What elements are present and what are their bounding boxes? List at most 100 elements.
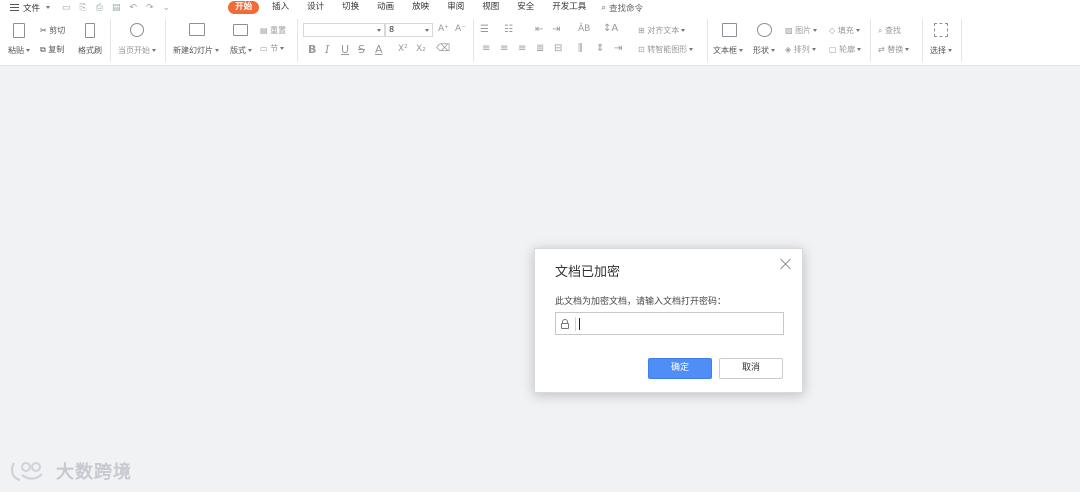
arrange-button[interactable]: ◈ 排列 [785, 44, 816, 55]
find-command[interactable]: ⌕ 查找命令 [601, 2, 643, 14]
text-box-button[interactable]: 文本框 [713, 45, 743, 56]
chevron-down-icon [377, 29, 381, 32]
picture-icon: ▨ [785, 26, 796, 35]
select-button[interactable]: 选择 [930, 45, 952, 56]
line-spacing-icon[interactable]: ↕A [603, 23, 618, 34]
tab-animations[interactable]: 动画 [368, 0, 403, 15]
tab-developer[interactable]: 开发工具 [543, 0, 595, 15]
find-button[interactable]: ⌕ 查找 [878, 25, 901, 36]
export-pdf-icon[interactable]: ⎘ [80, 3, 87, 13]
smartart-icon: ⊡ [638, 45, 648, 54]
increase-indent-icon[interactable]: ⇥ [552, 24, 560, 35]
group-divider [165, 19, 166, 62]
shape-button[interactable]: 形状 [753, 45, 775, 56]
align-left-icon[interactable]: ≡ [482, 43, 490, 54]
underline-button[interactable]: U [341, 43, 349, 56]
redo-icon[interactable]: ↷ [146, 3, 154, 13]
clear-format-icon[interactable]: ⌫ [436, 43, 450, 54]
picture-button[interactable]: ▨ 图片 [785, 25, 818, 36]
indent-icon[interactable]: ⇥ [614, 43, 622, 54]
font-color-button[interactable]: A [375, 43, 383, 56]
new-slide-label: 新建幻灯片 [173, 46, 213, 55]
layout-icon[interactable] [233, 24, 248, 36]
shape-icon[interactable] [757, 23, 772, 37]
superscript-button[interactable]: X² [398, 44, 408, 54]
tab-view[interactable]: 视图 [473, 0, 508, 15]
shape-label: 形状 [753, 46, 769, 55]
bold-button[interactable]: B [308, 43, 316, 56]
outline-button[interactable]: ▢ 轮廓 [829, 44, 862, 55]
bullets-icon[interactable]: ☰ [480, 24, 489, 35]
numbering-icon[interactable]: ☷ [504, 24, 513, 35]
tab-insert[interactable]: 插入 [263, 0, 298, 15]
tab-slideshow[interactable]: 放映 [403, 0, 438, 15]
paragraph-spacing-icon[interactable]: ⇕ [596, 43, 604, 54]
cut-button[interactable]: ✂ 剪切 [40, 25, 65, 36]
align-center-icon[interactable]: ≡ [500, 43, 508, 54]
distribute-icon[interactable]: ⊟ [554, 43, 562, 54]
replace-button[interactable]: ⇄ 替换 [878, 44, 910, 55]
close-icon[interactable] [780, 258, 792, 270]
tab-review[interactable]: 审阅 [438, 0, 473, 15]
italic-button[interactable]: I [325, 43, 329, 56]
reset-button[interactable]: ▤ 重置 [260, 25, 286, 36]
format-painter-button[interactable]: 格式刷 [78, 45, 102, 56]
undo-icon[interactable]: ↶ [129, 3, 137, 13]
tab-design[interactable]: 设计 [298, 0, 333, 15]
new-slide-icon[interactable] [189, 23, 205, 36]
increase-font-icon[interactable]: A⁺ [438, 24, 449, 34]
customize-icon[interactable]: ⌄ [163, 3, 171, 13]
brush-icon[interactable] [85, 23, 95, 38]
align-right-icon[interactable]: ≡ [518, 43, 526, 54]
chevron-down-icon [689, 48, 694, 51]
paste-icon[interactable] [13, 23, 25, 38]
columns-icon[interactable]: ⫼ [578, 43, 583, 54]
font-size-value: 8 [389, 25, 395, 34]
text-box-icon[interactable] [722, 23, 737, 37]
save-icon[interactable]: ▭ [62, 3, 71, 13]
decrease-font-icon[interactable]: A⁻ [455, 24, 466, 34]
chevron-down-icon [948, 49, 952, 52]
new-slide-button[interactable]: 新建幻灯片 [173, 45, 219, 56]
align-text-button[interactable]: ⊞ 对齐文本 [638, 25, 686, 36]
font-size-select[interactable]: 8 [385, 23, 433, 37]
tab-security[interactable]: 安全 [508, 0, 543, 15]
password-field[interactable] [555, 312, 784, 335]
cancel-button[interactable]: 取消 [719, 358, 783, 379]
paste-label: 粘贴 [8, 46, 24, 55]
picture-label: 图片 [795, 26, 812, 35]
ok-button[interactable]: 确定 [648, 358, 712, 379]
from-current-button[interactable]: 当页开始 [118, 45, 156, 56]
chevron-down-icon [425, 29, 429, 32]
subscript-button[interactable]: X₂ [416, 44, 426, 54]
strikethrough-button[interactable]: S [358, 43, 365, 56]
layout-button[interactable]: 版式 [230, 45, 252, 56]
print-icon[interactable]: ⎙ [96, 3, 103, 13]
fill-button[interactable]: ◇ 填充 [829, 25, 860, 36]
section-button[interactable]: ▭ 节 [260, 43, 285, 54]
section-icon: ▭ [260, 44, 271, 53]
file-menu[interactable]: 文件 [10, 2, 51, 14]
font-name-select[interactable] [303, 23, 385, 37]
ribbon-toolbar: 粘贴 ✂ 剪切 ⧉ 复制 格式刷 当页开始 新建幻灯片 版式 ▤ 重置 ▭ 节 … [0, 15, 1080, 66]
justify-icon[interactable]: ≣ [536, 43, 544, 54]
dialog-title: 文档已加密 [555, 265, 621, 280]
replace-icon: ⇄ [878, 45, 888, 54]
play-icon[interactable] [130, 23, 144, 37]
tab-transitions[interactable]: 切换 [333, 0, 368, 15]
copy-button[interactable]: ⧉ 复制 [40, 44, 64, 55]
to-smartart-button[interactable]: ⊡ 转智能图形 [638, 44, 694, 55]
password-input[interactable] [580, 314, 780, 333]
text-direction-icon[interactable]: ÂB [578, 24, 590, 34]
decrease-indent-icon[interactable]: ⇤ [535, 24, 543, 35]
chevron-down-icon [46, 6, 51, 9]
chevron-down-icon [771, 49, 775, 52]
paste-button[interactable]: 粘贴 [8, 45, 30, 56]
chevron-down-icon [152, 49, 156, 52]
group-divider [110, 19, 111, 62]
select-icon[interactable] [934, 23, 948, 37]
hamburger-icon [10, 4, 19, 11]
tab-home[interactable]: 开始 [228, 1, 260, 14]
print-preview-icon[interactable]: ▤ [112, 3, 121, 13]
section-label: 节 [270, 44, 279, 53]
